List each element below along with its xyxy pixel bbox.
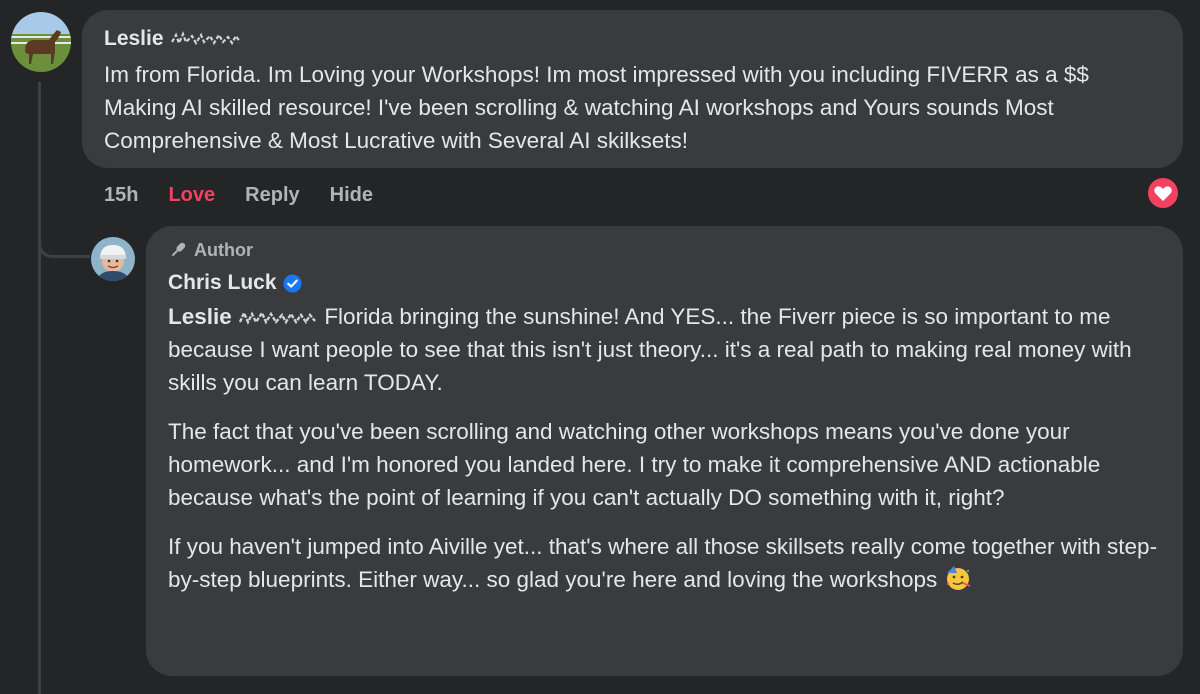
comment-text: Im from Florida. Im Loving your Workshop… (104, 62, 1089, 153)
verified-badge-icon (283, 273, 302, 293)
redacted-surname (170, 31, 241, 46)
microphone-icon (171, 242, 186, 257)
reply-paragraph-1: Leslie Florida bringing the sunshine! An… (168, 304, 1132, 395)
heart-icon[interactable] (1146, 176, 1180, 210)
comment-author[interactable]: Leslie (104, 26, 1161, 52)
redacted-surname (238, 310, 316, 325)
reply-paragraph-2: The fact that you've been scrolling and … (168, 419, 1101, 510)
author-badge-label: Author (194, 240, 253, 260)
reply-author[interactable]: Chris Luck (168, 270, 1161, 296)
comment-timestamp[interactable]: 15h (104, 181, 138, 209)
reply-button[interactable]: Reply (245, 181, 299, 209)
avatar-chris-luck[interactable] (91, 237, 135, 281)
comment-author-name[interactable]: Leslie (104, 26, 164, 52)
avatar-leslie[interactable] (11, 12, 71, 72)
comment-actions: 15h Love Reply Hide (104, 181, 403, 209)
thread-line (38, 82, 41, 694)
reply-bubble: Author Chris Luck Leslie Florida bringin… (146, 226, 1183, 676)
reply-author-name[interactable]: Chris Luck (168, 270, 277, 296)
hide-button[interactable]: Hide (330, 181, 373, 209)
love-button[interactable]: Love (168, 181, 215, 209)
mention-leslie[interactable]: Leslie (168, 304, 318, 329)
comment-thread: Leslie Im from Florida. Im Loving your W… (0, 0, 1200, 694)
partying-face-emoji (946, 566, 970, 590)
comment-bubble: Leslie Im from Florida. Im Loving your W… (82, 10, 1183, 168)
reply-paragraph-3: If you haven't jumped into Aiville yet..… (168, 534, 1158, 592)
thread-connector (38, 220, 90, 258)
author-badge: Author (168, 238, 1161, 262)
